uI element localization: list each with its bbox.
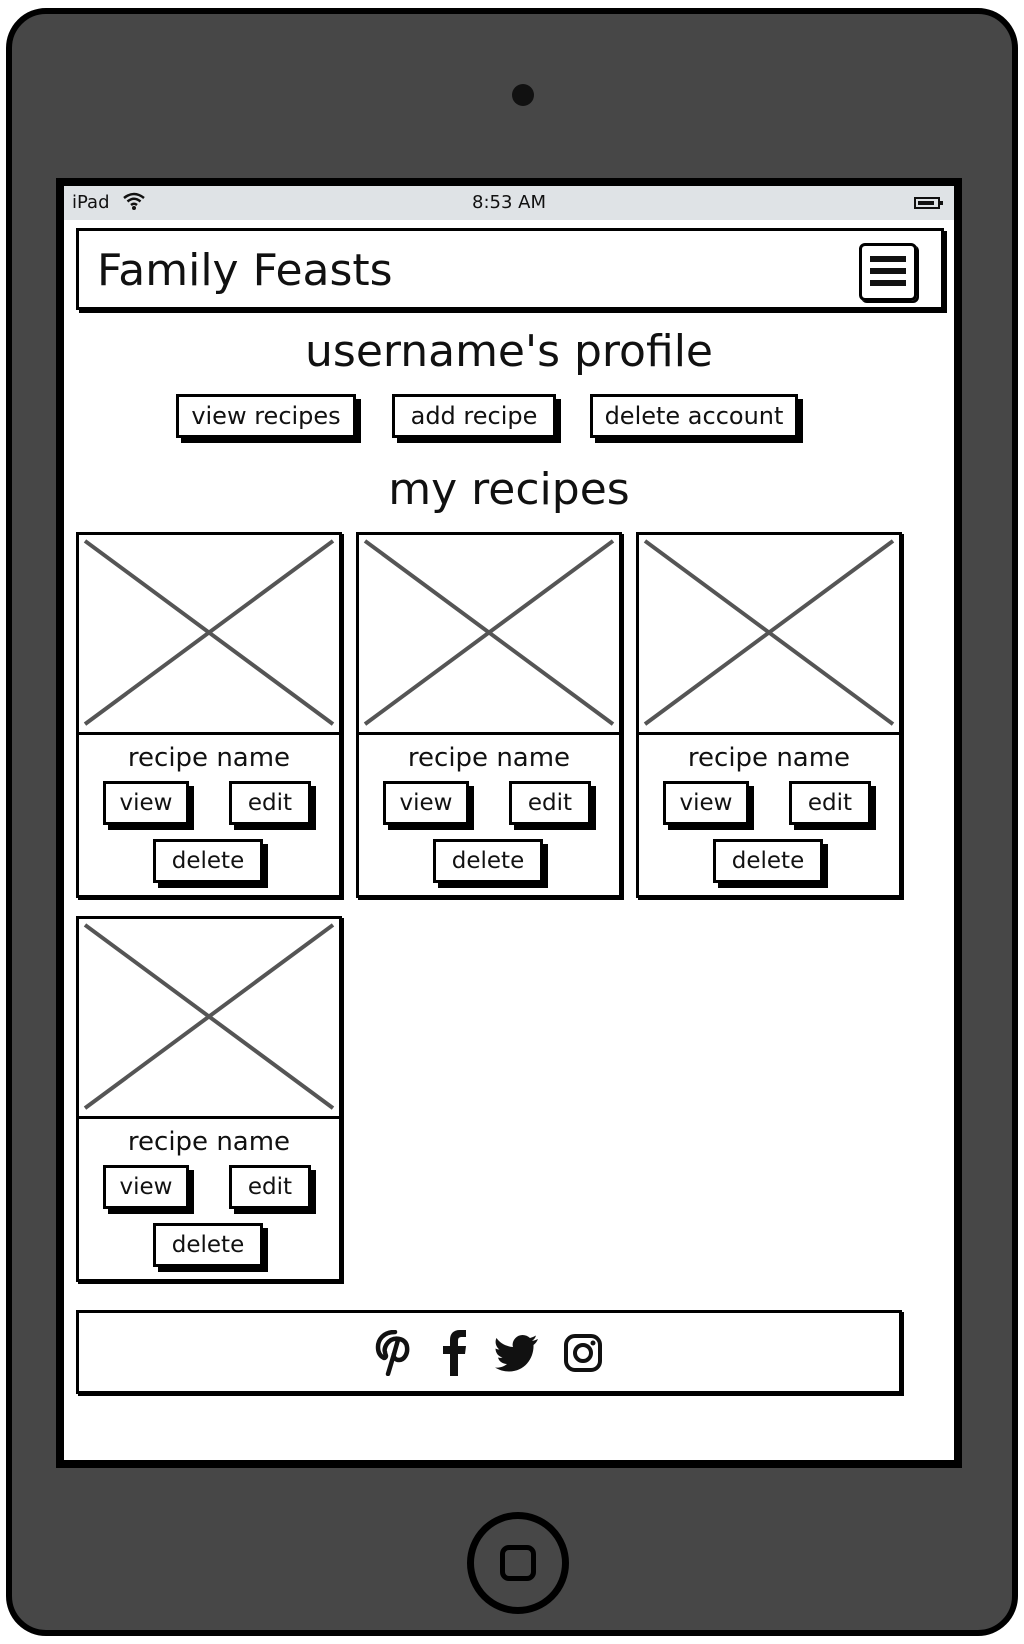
- delete-recipe-button[interactable]: delete: [153, 839, 263, 883]
- status-bar: iPad 8:53 AM: [64, 186, 954, 220]
- battery-icon: [914, 197, 943, 209]
- view-recipe-button[interactable]: view: [103, 781, 189, 825]
- edit-recipe-button[interactable]: edit: [229, 781, 311, 825]
- view-recipe-button[interactable]: view: [663, 781, 749, 825]
- recipe-card: recipe name view edit delete: [636, 532, 902, 898]
- recipe-card: recipe name view edit delete: [76, 916, 342, 1282]
- view-recipe-button[interactable]: view: [383, 781, 469, 825]
- section-title: my recipes: [388, 464, 630, 515]
- page-title: username's profile: [305, 326, 713, 377]
- recipe-name: recipe name: [127, 1127, 291, 1157]
- image-placeholder: [79, 535, 339, 735]
- screen: iPad 8:53 AM Family Feasts username's pr…: [56, 178, 962, 1468]
- recipe-name: recipe name: [687, 743, 851, 773]
- footer: [76, 1310, 902, 1394]
- edit-recipe-button[interactable]: edit: [789, 781, 871, 825]
- image-placeholder: [639, 535, 899, 735]
- edit-recipe-button[interactable]: edit: [509, 781, 591, 825]
- recipe-card: recipe name view edit delete: [76, 532, 342, 898]
- pinterest-icon[interactable]: [371, 1329, 419, 1377]
- image-placeholder: [79, 919, 339, 1119]
- instagram-icon[interactable]: [559, 1329, 607, 1377]
- facebook-icon[interactable]: [431, 1329, 479, 1377]
- navbar: Family Feasts: [76, 228, 944, 310]
- brand-title[interactable]: Family Feasts: [97, 245, 393, 296]
- edit-recipe-button[interactable]: edit: [229, 1165, 311, 1209]
- camera-dot: [512, 84, 534, 106]
- home-button-icon: [500, 1545, 536, 1581]
- delete-recipe-button[interactable]: delete: [153, 1223, 263, 1267]
- image-placeholder: [359, 535, 619, 735]
- add-recipe-button[interactable]: add recipe: [392, 394, 556, 438]
- hamburger-menu-icon[interactable]: [859, 243, 917, 301]
- recipe-name: recipe name: [127, 743, 291, 773]
- view-recipes-button[interactable]: view recipes: [176, 394, 356, 438]
- twitter-icon[interactable]: [493, 1329, 541, 1377]
- status-time: 8:53 AM: [472, 192, 546, 213]
- view-recipe-button[interactable]: view: [103, 1165, 189, 1209]
- delete-account-button[interactable]: delete account: [590, 394, 798, 438]
- delete-recipe-button[interactable]: delete: [713, 839, 823, 883]
- recipe-name: recipe name: [407, 743, 571, 773]
- recipe-card: recipe name view edit delete: [356, 532, 622, 898]
- delete-recipe-button[interactable]: delete: [433, 839, 543, 883]
- home-button[interactable]: [467, 1512, 569, 1614]
